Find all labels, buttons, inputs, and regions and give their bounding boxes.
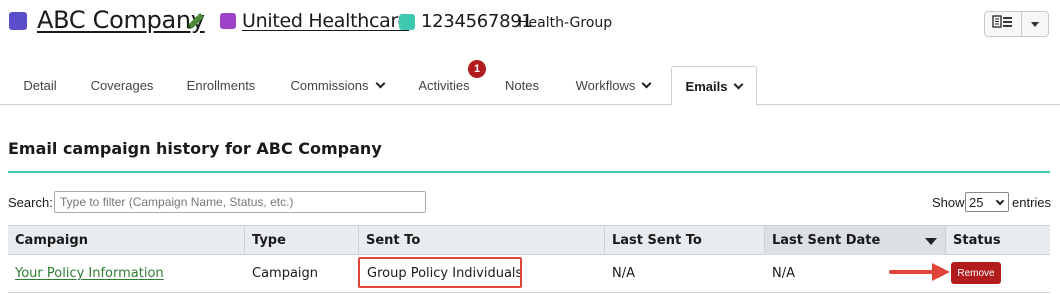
- sort-descending-icon: [925, 238, 937, 245]
- group-color-swatch: [399, 14, 415, 30]
- document-list-icon: [992, 14, 1014, 34]
- tab-label: Detail: [23, 78, 57, 93]
- search-label: Search:: [8, 195, 53, 210]
- actions-dropdown-toggle[interactable]: [1022, 12, 1048, 36]
- tab-label: Enrollments: [186, 78, 256, 93]
- carrier-name-link[interactable]: United Healthcare: [242, 10, 409, 32]
- table-header: Campaign Type Sent To Last Sent To Last …: [8, 225, 1050, 255]
- column-header-status[interactable]: Status: [946, 226, 1050, 255]
- company-color-swatch: [9, 12, 27, 30]
- column-header-label: Last Sent Date: [772, 233, 881, 248]
- chevron-down-icon: [995, 196, 1005, 206]
- document-list-button[interactable]: [985, 12, 1022, 36]
- record-tabs: Detail Coverages Enrollments Commissions…: [0, 66, 1060, 106]
- cell-campaign: Your Policy Information: [8, 255, 245, 292]
- tab-enrollments[interactable]: Enrollments: [174, 66, 268, 105]
- arrow-right-icon: [888, 259, 954, 290]
- tab-label: Emails: [685, 78, 728, 94]
- sent-to-highlight-box: [358, 257, 522, 288]
- tab-detail[interactable]: Detail: [10, 66, 70, 105]
- chevron-down-icon: [641, 78, 652, 89]
- tab-label: Coverages: [90, 78, 154, 93]
- caret-down-icon: [1031, 21, 1039, 27]
- search-input[interactable]: [54, 191, 426, 213]
- tab-label: Notes: [505, 78, 539, 93]
- column-header-last-sent-to[interactable]: Last Sent To: [605, 226, 765, 255]
- pencil-icon[interactable]: [184, 11, 206, 33]
- tab-label: Workflows: [575, 78, 636, 93]
- record-header: ABC Company United Healthcare 1234567891…: [0, 0, 1060, 48]
- company-name-link[interactable]: ABC Company: [37, 6, 205, 34]
- column-header-label: Status: [953, 233, 1001, 248]
- tab-coverages[interactable]: Coverages: [80, 66, 164, 105]
- actions-button-group: [984, 11, 1049, 37]
- entries-per-page-select[interactable]: 25: [965, 192, 1009, 212]
- chevron-down-icon: [734, 79, 744, 89]
- remove-button[interactable]: Remove: [951, 262, 1001, 284]
- tab-emails[interactable]: Emails: [671, 66, 757, 106]
- cell-type: Campaign: [252, 266, 319, 281]
- show-label: Show: [932, 195, 965, 210]
- tab-label: Activities: [418, 78, 470, 93]
- column-header-label: Sent To: [366, 233, 421, 248]
- tab-workflows[interactable]: Workflows: [562, 66, 664, 105]
- tab-notes[interactable]: Notes: [494, 66, 550, 105]
- tab-label: Commissions: [290, 78, 369, 93]
- group-type: Health-Group: [518, 15, 613, 31]
- column-header-campaign[interactable]: Campaign: [8, 226, 245, 255]
- campaign-link[interactable]: Your Policy Information: [15, 266, 164, 281]
- entries-per-page-value: 25: [969, 194, 984, 210]
- column-header-last-sent-date[interactable]: Last Sent Date: [765, 226, 946, 255]
- carrier-color-swatch: [220, 13, 236, 29]
- column-header-label: Last Sent To: [612, 233, 702, 248]
- column-header-label: Campaign: [15, 233, 88, 248]
- column-header-type[interactable]: Type: [245, 226, 359, 255]
- column-header-label: Type: [252, 233, 286, 248]
- group-number: 1234567891: [421, 11, 533, 32]
- column-header-sent-to[interactable]: Sent To: [359, 226, 605, 255]
- tab-commissions[interactable]: Commissions: [278, 66, 396, 105]
- entries-label: entries: [1012, 195, 1052, 210]
- activities-count-badge: 1: [468, 60, 486, 78]
- section-divider: [8, 171, 1050, 173]
- page-title: Email campaign history for ABC Company: [8, 139, 382, 158]
- cell-last-sent-to: N/A: [612, 266, 635, 281]
- chevron-down-icon: [375, 78, 385, 89]
